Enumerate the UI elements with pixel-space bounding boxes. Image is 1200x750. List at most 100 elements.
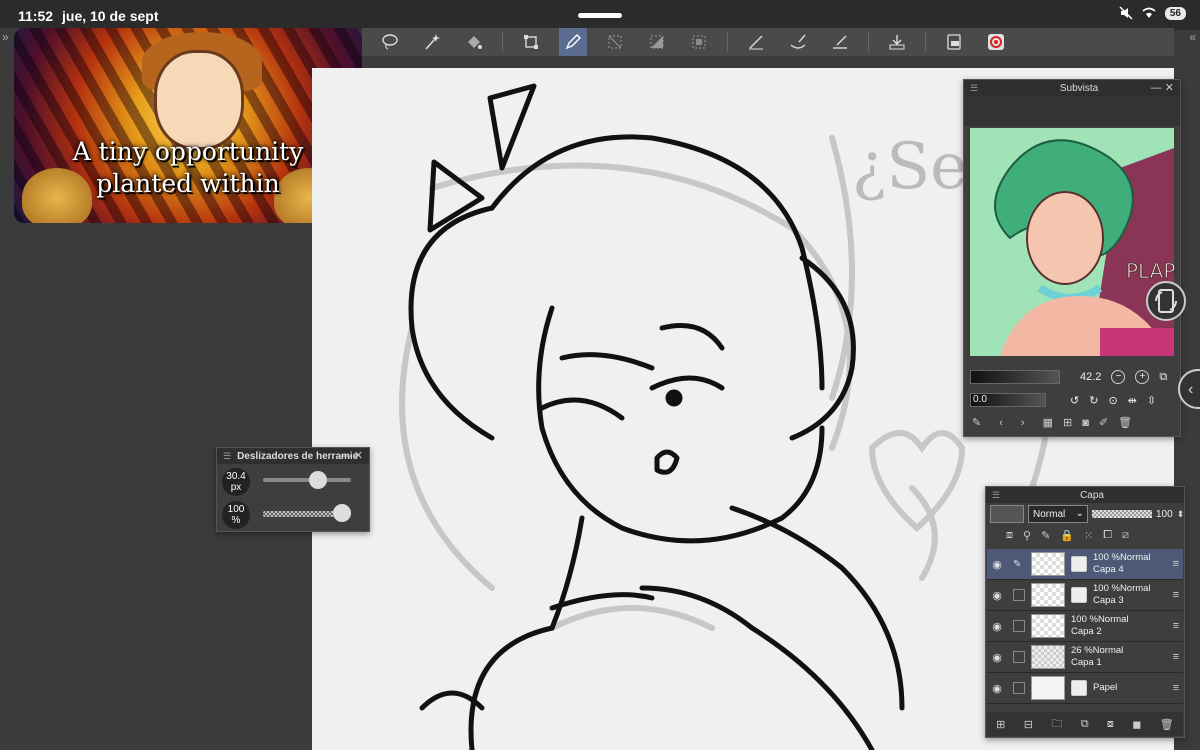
flip-horizontal-icon[interactable]: ⇹ [1128,394,1137,407]
layer-row[interactable]: ◉ ✎ 100 %Normal Capa 4 ≡ [987,549,1183,580]
layers-header[interactable]: ☰ Capa [986,487,1184,503]
clipping-icon[interactable]: ⧈ [1006,529,1013,542]
rotate-left-icon[interactable]: ↺ [1070,394,1079,407]
brush-opacity-badge[interactable]: 100 % [222,501,250,529]
swirl-icon[interactable] [982,28,1010,56]
layer-row[interactable]: ◉ 26 %Normal Capa 1 ≡ [987,642,1183,673]
drag-grip-icon[interactable]: ☰ [223,451,231,462]
new-raster-layer-icon[interactable]: ⊞ [996,718,1005,731]
layer-menu-icon[interactable]: ≡ [1173,651,1179,663]
eyedropper-icon[interactable]: ✎ [972,416,981,429]
brush-size-track[interactable] [263,478,351,482]
next-image-icon[interactable]: › [1021,417,1025,429]
layer-mask-thumbnail-icon [1071,680,1087,696]
layer-row[interactable]: ◉ 100 %Normal Capa 2 ≡ [987,611,1183,642]
brush-size-icon[interactable] [784,28,812,56]
delete-layer-icon[interactable]: 🗑 [1160,718,1174,731]
fit-view-icon[interactable]: ⧉ [1159,371,1167,384]
blend-mode-select[interactable]: Normal ⌄ [1028,505,1088,523]
layer-thumbnail [1031,583,1065,607]
layer-mask-icon[interactable]: ◼ [1132,718,1141,731]
layer-row[interactable]: ◉ Papel ≡ [987,673,1183,704]
layer-opacity-value: 100 [1156,508,1173,520]
subview-reference-image[interactable]: PLAP [970,128,1174,356]
save-icon[interactable] [883,28,911,56]
brush-opacity-slider-knob[interactable] [333,504,351,522]
layer-tools-row: ⧈ ⚲ ✎ 🔒 ⁙ ⧠ ⧄ [1006,529,1129,542]
brush-size-slider-knob[interactable] [308,471,327,489]
layer-name: Capa 2 [1071,626,1102,637]
mask-enable-icon[interactable]: ⧠ [1103,529,1112,542]
visibility-eye-icon[interactable]: ◉ [987,651,1007,664]
grid-icon[interactable]: ▦ [1043,416,1053,429]
layer-menu-icon[interactable]: ≡ [1173,558,1179,570]
new-folder-icon[interactable]: 🗀 [1051,715,1062,734]
promo-banner[interactable]: A tiny opportunity planted within [14,28,362,223]
lock-alpha-icon[interactable]: ⁙ [1084,529,1093,542]
zoom-slider[interactable] [970,370,1060,384]
visibility-eye-icon[interactable]: ◉ [987,589,1007,602]
expand-panel-icon[interactable]: ‹ [1178,369,1200,409]
invert-selection-icon[interactable] [643,28,671,56]
opacity-stepper-icon[interactable]: ⬍ [1177,509,1185,520]
clear-selection-icon[interactable] [601,28,629,56]
drag-grip-icon[interactable]: ☰ [992,490,1000,501]
collapse-right-icon[interactable]: « [1189,30,1196,44]
layer-menu-icon[interactable]: ≡ [1173,589,1179,601]
layer-color-swatch[interactable] [990,505,1024,523]
ruler-icon[interactable] [826,28,854,56]
subview-header[interactable]: ☰ Subvista — ✕ [964,80,1180,96]
delete-image-icon[interactable]: 🗑 [1118,416,1132,429]
layer-opacity: 100 % [1071,614,1098,625]
camera-icon[interactable]: ◙ [1082,417,1089,429]
home-indicator[interactable] [578,13,622,18]
flip-vertical-icon[interactable]: ⇳ [1147,394,1156,407]
select-all-icon[interactable] [685,28,713,56]
rotate-right-icon[interactable]: ↻ [1089,394,1098,407]
visibility-eye-icon[interactable]: ◉ [987,620,1007,633]
canvas-top-strip [312,56,1174,68]
panel-window-controls[interactable]: — ✕ [1151,81,1174,94]
previous-image-icon[interactable]: ‹ [999,417,1003,429]
layer-lock-checkbox[interactable] [1013,682,1025,694]
brush-size-badge[interactable]: 30.4 px [222,468,250,496]
subview-panel: ☰ Subvista — ✕ PLAP 42.2 − + ⧉ 0.0 ↺ ↻ ⊙… [963,79,1181,437]
layer-menu-icon[interactable]: ≡ [1173,682,1179,694]
rotation-slider[interactable]: 0.0 [970,393,1046,407]
visibility-eye-icon[interactable]: ◉ [987,558,1007,571]
zoom-out-icon[interactable]: − [1111,370,1126,384]
layer-info: 26 %Normal Capa 1 [1071,645,1123,669]
panel-window-controls[interactable]: — ✕ [340,449,363,462]
magic-wand-icon[interactable] [418,28,446,56]
layer-opacity-slider[interactable] [1092,510,1152,518]
draft-layer-icon[interactable]: ✎ [1041,529,1050,542]
mask-disable-icon[interactable]: ⧄ [1122,529,1129,542]
merge-down-icon[interactable]: ⧇ [1107,718,1114,731]
edit-image-icon[interactable]: ✐ [1099,416,1108,429]
visibility-eye-icon[interactable]: ◉ [987,682,1007,695]
reference-layer-icon[interactable]: ⚲ [1023,529,1031,542]
layer-name: Papel [1093,682,1118,693]
layer-lock-checkbox[interactable] [1013,651,1025,663]
layer-row[interactable]: ◉ 100 %Normal Capa 3 ≡ [987,580,1183,611]
toolbar-separator [727,32,728,52]
lock-icon[interactable]: 🔒 [1060,529,1074,542]
pen-icon[interactable] [559,28,587,56]
new-vector-layer-icon[interactable]: ⊟ [1024,718,1033,731]
zoom-in-icon[interactable]: + [1135,370,1150,384]
collapse-left-icon[interactable]: » [2,30,9,44]
reset-rotation-icon[interactable]: ⊙ [1108,394,1117,407]
export-icon[interactable] [940,28,968,56]
transform-icon[interactable] [517,28,545,56]
drag-grip-icon[interactable]: ☰ [970,83,978,94]
fill-icon[interactable] [460,28,488,56]
layer-lock-checkbox[interactable] [1013,620,1025,632]
lasso-icon[interactable] [376,28,404,56]
rotate-screen-icon[interactable] [1146,281,1186,321]
layer-lock-checkbox[interactable] [1013,589,1025,601]
duplicate-layer-icon[interactable]: ⧉ [1081,718,1089,731]
layer-menu-icon[interactable]: ≡ [1173,620,1179,632]
tool-sliders-header[interactable]: ☰ Deslizadores de herramie — ✕ [217,448,369,464]
line-tool-icon[interactable] [742,28,770,56]
import-image-icon[interactable]: ⊞ [1063,416,1072,429]
